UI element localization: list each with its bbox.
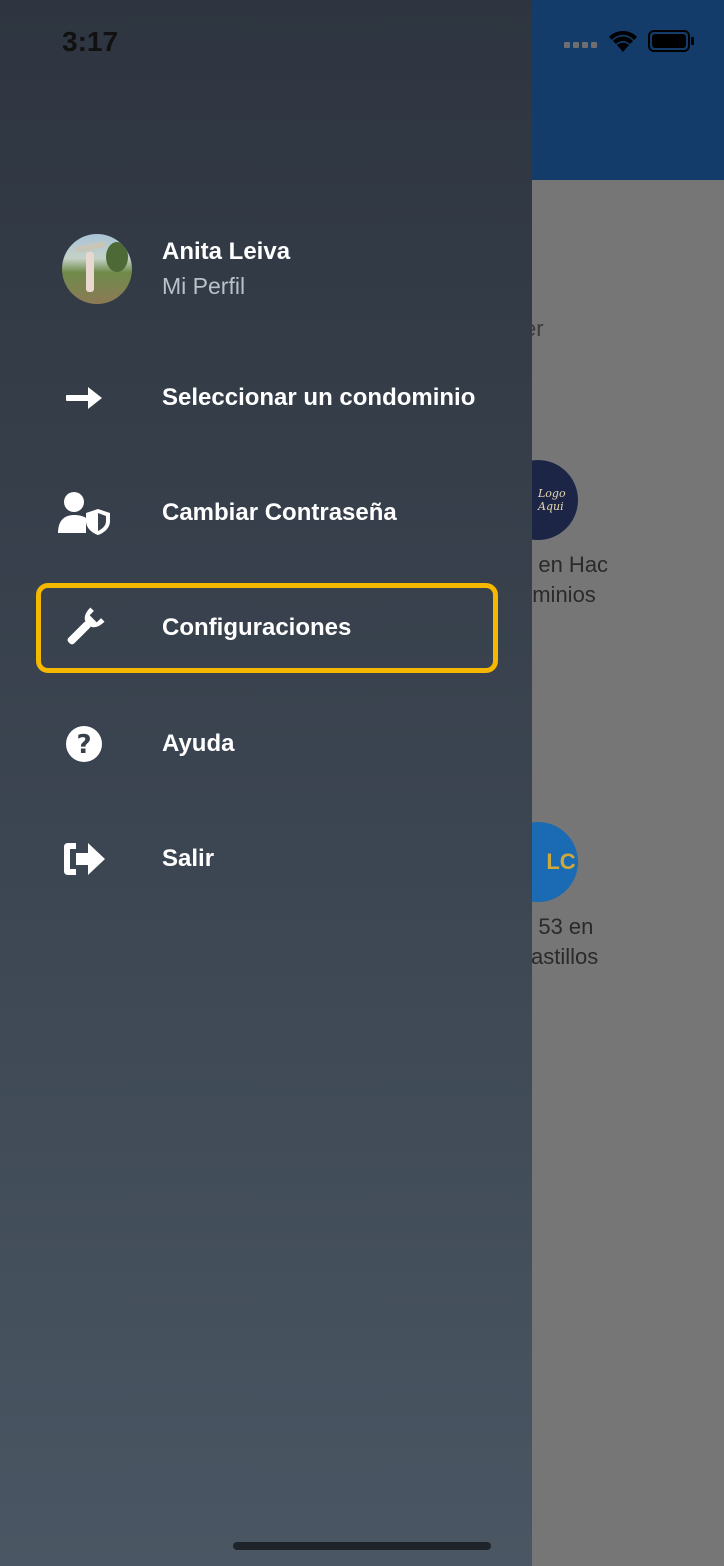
status-bar: 3:17 (0, 0, 724, 88)
menu-item-label: Ayuda (162, 730, 235, 757)
navigation-drawer: Anita Leiva Mi Perfil Seleccionar un con… (0, 0, 532, 1566)
help-circle-icon: ? (36, 725, 132, 763)
cellular-signal-icon (564, 35, 598, 53)
logout-icon (36, 841, 132, 877)
menu-item-label: Seleccionar un condominio (162, 384, 476, 411)
home-indicator (233, 1542, 491, 1550)
svg-text:?: ? (76, 730, 91, 760)
menu-item-settings[interactable]: Configuraciones (36, 583, 498, 673)
condo-logo-2-text: LC (546, 849, 576, 874)
profile-header[interactable]: Anita Leiva Mi Perfil (62, 234, 290, 304)
status-time: 3:17 (62, 26, 119, 57)
avatar (62, 234, 132, 304)
menu-item-label: Salir (162, 845, 215, 872)
user-shield-icon (36, 491, 132, 535)
wrench-icon (36, 607, 132, 649)
profile-name: Anita Leiva (162, 238, 291, 265)
condo-logo-1-text: Logo Aqui (538, 487, 566, 513)
menu-item-help[interactable]: ? Ayuda (36, 699, 498, 789)
menu-item-label: Configuraciones (162, 614, 352, 641)
menu-item-change-password[interactable]: Cambiar Contraseña (36, 468, 498, 558)
arrow-right-icon (36, 386, 132, 410)
wifi-icon (608, 30, 638, 57)
menu-item-label: Cambiar Contraseña (162, 499, 397, 526)
menu-item-select-condo[interactable]: Seleccionar un condominio (36, 353, 498, 443)
condo-card-1-line1: 6 en Hac (520, 552, 609, 577)
profile-link: Mi Perfil (162, 273, 246, 299)
battery-icon (648, 30, 694, 57)
menu-item-logout[interactable]: Salir (36, 814, 498, 904)
